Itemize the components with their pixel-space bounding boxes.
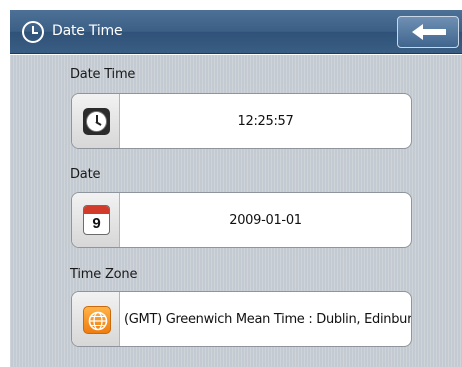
title-bar: Date Time bbox=[10, 10, 462, 54]
time-zone-row[interactable]: (GMT) Greenwich Mean Time : Dublin, Edin… bbox=[71, 291, 412, 347]
page-title: Date Time bbox=[52, 23, 123, 39]
arrow-left-icon bbox=[412, 24, 446, 40]
calendar-icon: 9 bbox=[83, 205, 110, 235]
time-value: 12:25:57 bbox=[237, 113, 294, 129]
date-value: 2009-01-01 bbox=[229, 212, 302, 228]
time-zone-icon-box bbox=[72, 292, 120, 346]
globe-icon bbox=[83, 306, 111, 334]
app-window: Date Time Date Time 12:25:57 Date 9 2009… bbox=[0, 0, 462, 367]
date-row[interactable]: 9 2009-01-01 bbox=[71, 192, 412, 248]
date-time-icon-box bbox=[72, 94, 120, 148]
clock-icon bbox=[83, 108, 110, 135]
calendar-day: 9 bbox=[92, 215, 101, 232]
time-zone-value: (GMT) Greenwich Mean Time : Dublin, Edin… bbox=[124, 311, 412, 327]
date-time-label: Date Time bbox=[70, 67, 136, 82]
date-label: Date bbox=[70, 167, 101, 182]
date-time-row[interactable]: 12:25:57 bbox=[71, 93, 412, 149]
time-zone-label: Time Zone bbox=[70, 267, 138, 282]
settings-panel: Date Time 12:25:57 Date 9 2009-01-01 Tim… bbox=[10, 55, 462, 367]
clock-icon bbox=[22, 21, 44, 43]
date-icon-box: 9 bbox=[72, 193, 120, 247]
back-button[interactable] bbox=[397, 16, 459, 48]
